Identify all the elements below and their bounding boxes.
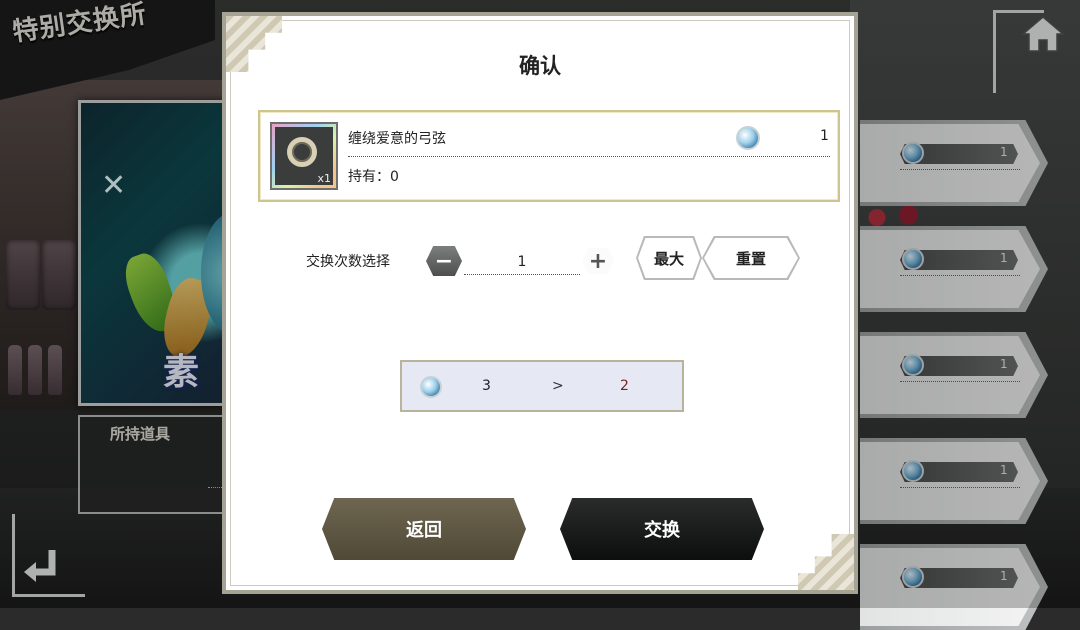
bowstring-coil-icon: x1 [270,122,338,190]
item-panel: x1 缠绕爱意的弓弦 1 持有：0 [258,110,840,202]
quantity-value: 1 [517,254,527,270]
item-name: 缠绕爱意的弓弦 [348,131,446,147]
item-held-count: 持有：0 [348,169,399,185]
item-cost: 1 [820,128,829,144]
increase-button[interactable]: + [580,246,616,276]
blue-gem-icon [736,126,760,150]
quantity-underline [464,274,580,275]
item-divider [348,156,830,157]
max-label: 最大 [653,249,684,268]
item-icon-frame: x1 [275,127,333,185]
minus-icon: − [434,248,454,274]
item-icon-qty: x1 [317,172,331,185]
reset-label: 重置 [735,249,766,268]
max-button[interactable]: 最大 [636,236,702,280]
reset-button[interactable]: 重置 [702,236,800,280]
currency-after: 2 [620,378,629,394]
confirm-dialog: 确认 x1 缠绕爱意的弓弦 1 持有：0 交换次数选择 − 1 + 最大 重置 … [222,12,858,594]
dialog-title: 确认 [519,54,561,78]
coil-shape [287,137,317,167]
decrease-button[interactable]: − [426,246,462,276]
back-button[interactable]: 返回 [322,498,526,560]
dialog-inner-border [230,20,850,586]
currency-arrow: > [552,378,564,394]
currency-summary: 3 > 2 [400,360,684,412]
plus-icon: + [582,248,614,274]
blue-gem-icon [420,376,442,398]
currency-before: 3 [482,378,491,394]
exchange-button[interactable]: 交换 [560,498,764,560]
quantity-label: 交换次数选择 [306,254,390,270]
